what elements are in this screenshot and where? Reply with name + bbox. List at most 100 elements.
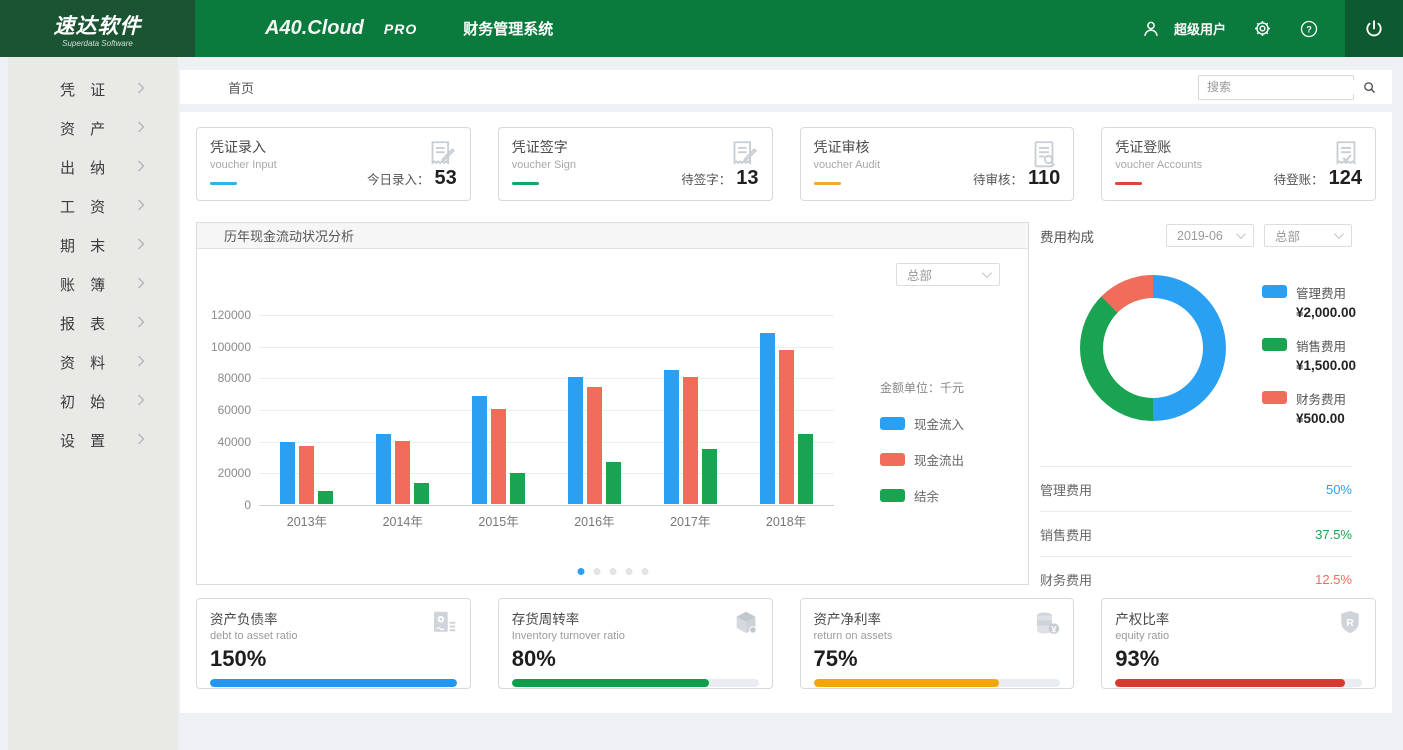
donut-legend-text: 财务费用¥500.00 (1296, 389, 1346, 426)
card-voucher-audit[interactable]: 凭证审核 voucher Audit 待审核： 110 (800, 127, 1075, 201)
legend-swatch (880, 489, 905, 502)
bar-现金流入-2015年 (472, 396, 487, 505)
accent-dash (814, 182, 841, 185)
sidebar-item-1[interactable]: 资 产 (8, 109, 178, 148)
expense-branch-value: 总部 (1275, 226, 1300, 245)
donut-hole (1103, 298, 1203, 398)
user-menu[interactable]: 超级用户 (1140, 18, 1226, 40)
bars-layer (259, 315, 834, 504)
bar-chart-plot: 020000400006000080000100000120000 (259, 315, 834, 505)
chevron-right-icon (137, 159, 145, 177)
sidebar-item-label: 出 纳 (60, 157, 106, 178)
expense-row-label: 销售费用 (1040, 525, 1092, 544)
expense-branch-dropdown[interactable]: 总部 (1264, 224, 1352, 247)
pager-dot-4[interactable] (641, 568, 648, 575)
sidebar-item-5[interactable]: 账 簿 (8, 265, 178, 304)
help-icon[interactable]: ? (1299, 19, 1319, 39)
certificate-icon (429, 608, 459, 643)
sidebar-item-2[interactable]: 出 纳 (8, 148, 178, 187)
tab-home[interactable]: 首页 (228, 78, 254, 97)
svg-text:?: ? (1306, 24, 1312, 34)
y-axis-tick: 80000 (199, 371, 251, 385)
chevron-right-icon (137, 120, 145, 138)
bar-结余-2014年 (414, 483, 429, 504)
card-debt-to-asset[interactable]: 资产负债率 debt to asset ratio 150% (196, 598, 471, 689)
sidebar-item-7[interactable]: 资 料 (8, 343, 178, 382)
bar-group-2013年 (259, 315, 355, 504)
expense-amount: ¥1,500.00 (1296, 358, 1356, 373)
legend-label: 现金流入 (914, 414, 964, 433)
card-inventory-turnover[interactable]: 存货周转率 Inventory turnover ratio 80% (498, 598, 773, 689)
search-box[interactable] (1198, 75, 1354, 100)
chevron-right-icon (137, 432, 145, 450)
card-subtitle: return on assets (814, 630, 1061, 642)
sidebar-item-3[interactable]: 工 资 (8, 187, 178, 226)
y-axis-tick: 120000 (199, 308, 251, 322)
bar-现金流入-2017年 (664, 370, 679, 504)
product-name: A40.Cloud (265, 17, 364, 40)
expense-header: 费用构成 2019-06 总部 (1040, 224, 1376, 247)
expense-donut-chart (1080, 275, 1226, 421)
pager-dot-3[interactable] (625, 568, 632, 575)
card-equity-ratio[interactable]: 产权比率 equity ratio R 93% (1101, 598, 1376, 689)
sidebar-item-9[interactable]: 设 置 (8, 421, 178, 460)
svg-text:R: R (1346, 617, 1354, 629)
app-logo[interactable]: 速达软件 Superdata Software (0, 0, 195, 57)
bar-结余-2016年 (606, 462, 621, 504)
legend-item-现金流入: 现金流入 (880, 414, 1002, 433)
period-dropdown-value: 2019-06 (1177, 229, 1223, 243)
card-title: 产权比率 (1115, 608, 1362, 628)
bar-现金流出-2013年 (299, 446, 314, 504)
pager-dot-1[interactable] (593, 568, 600, 575)
period-dropdown[interactable]: 2019-06 (1166, 224, 1254, 247)
chevron-right-icon (137, 276, 145, 294)
donut-legend-item-财务费用: 财务费用¥500.00 (1262, 389, 1356, 426)
expense-name: 销售费用 (1296, 336, 1356, 355)
logo-subtitle: Superdata Software (62, 39, 133, 48)
sidebar-item-label: 报 表 (60, 313, 106, 334)
card-footer: 待审核： 110 (814, 167, 1061, 190)
chevron-right-icon (137, 237, 145, 255)
progress-track (1115, 679, 1362, 687)
bar-现金流出-2016年 (587, 387, 602, 504)
x-axis-label: 2017年 (642, 511, 738, 530)
expense-row-销售费用: 销售费用37.5% (1040, 511, 1352, 556)
card-voucher-accounts[interactable]: 凭证登账 voucher Accounts 待登账： 124 (1101, 127, 1376, 201)
legend-swatch (1262, 338, 1287, 351)
logout-power-button[interactable] (1345, 0, 1403, 57)
sidebar-item-4[interactable]: 期 末 (8, 226, 178, 265)
username-label: 超级用户 (1174, 19, 1226, 38)
chevron-right-icon (137, 393, 145, 411)
sidebar-item-0[interactable]: 凭 证 (8, 70, 178, 109)
bar-现金流入-2018年 (760, 333, 775, 504)
pager-dot-2[interactable] (609, 568, 616, 575)
pager-dot-0[interactable] (577, 568, 584, 575)
donut-row: 管理费用¥2,000.00 销售费用 ¥1,500.00 财务费用¥500.00 (1040, 275, 1376, 442)
card-title: 存货周转率 (512, 608, 759, 628)
cashflow-chart-title: 历年现金流动状况分析 (197, 223, 1028, 249)
sidebar-item-6[interactable]: 报 表 (8, 304, 178, 343)
product-edition: PRO (384, 21, 417, 37)
user-icon (1140, 18, 1162, 40)
progress-fill (1115, 679, 1344, 687)
stat-label: 待登账： (1274, 169, 1324, 188)
card-return-on-assets[interactable]: 资产净利率 return on assets ¥ 75% (800, 598, 1075, 689)
settings-gear-icon[interactable] (1253, 19, 1272, 38)
sidebar-item-8[interactable]: 初 始 (8, 382, 178, 421)
x-axis-labels: 2013年2014年2015年2016年2017年2018年 (259, 511, 834, 530)
sidebar-item-label: 期 末 (60, 235, 106, 256)
expense-row-label: 管理费用 (1040, 480, 1092, 499)
card-voucher-input[interactable]: 凭证录入 voucher Input 今日录入： 53 (196, 127, 471, 201)
search-input[interactable] (1207, 80, 1362, 94)
card-voucher-sign[interactable]: 凭证签字 voucher Sign 待签字： 13 (498, 127, 773, 201)
sidebar-item-label: 资 料 (60, 352, 106, 373)
main-content: 首页 凭证录入 voucher Input (180, 57, 1392, 713)
branch-dropdown[interactable]: 总部 (896, 263, 1000, 286)
search-icon[interactable] (1362, 80, 1377, 95)
progress-fill (210, 679, 457, 687)
donut-legend-item-管理费用: 管理费用¥2,000.00 (1262, 283, 1356, 320)
card-subtitle: equity ratio (1115, 630, 1362, 642)
voucher-cards-row: 凭证录入 voucher Input 今日录入： 53 凭 (196, 127, 1376, 201)
progress-fill (512, 679, 709, 687)
expense-filters: 2019-06 总部 (1166, 224, 1352, 247)
